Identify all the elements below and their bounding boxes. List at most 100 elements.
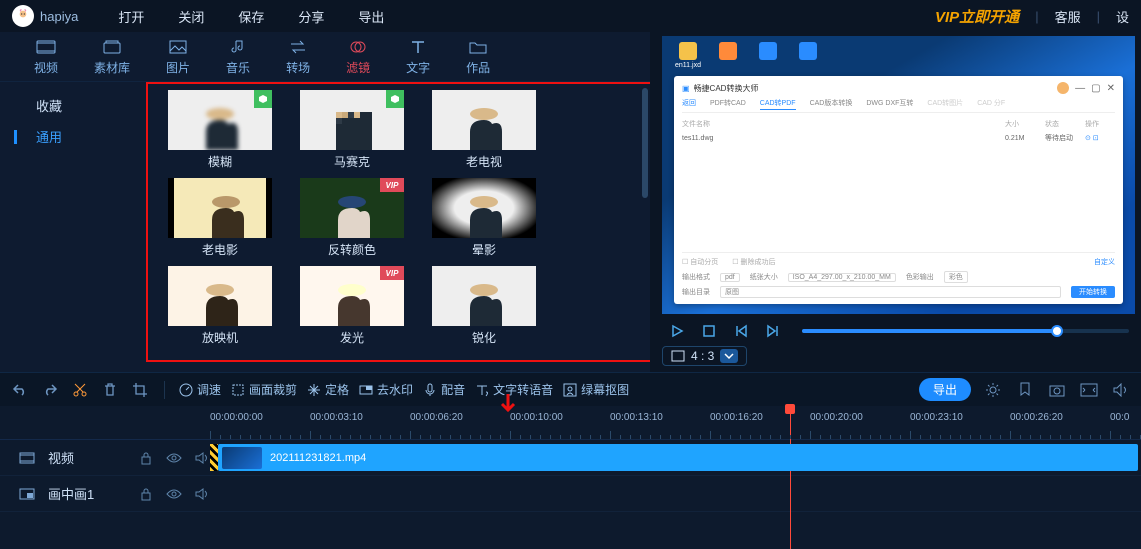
gauge-icon [179, 383, 193, 397]
mute-icon[interactable] [194, 450, 210, 466]
freeze-tool[interactable]: 定格 [307, 381, 349, 398]
filter-vignette[interactable]: 晕影 [420, 178, 548, 258]
seek-knob[interactable] [1051, 325, 1063, 337]
tab-library[interactable]: 素材库 [94, 38, 130, 76]
video-track-icon [18, 449, 36, 467]
undo-button[interactable] [10, 380, 30, 400]
scrollbar-thumb[interactable] [642, 88, 648, 198]
category-list: 收藏 通用 [0, 82, 140, 372]
export-button[interactable]: 导出 [919, 378, 971, 401]
screenshot-icon[interactable] [1047, 380, 1067, 400]
tab-video[interactable]: 视频 [34, 38, 58, 76]
watermark-tool[interactable]: 去水印 [359, 381, 413, 398]
close-icon: — [1075, 83, 1085, 94]
video-lane[interactable]: 202111231821.mp4 [210, 440, 1141, 475]
redo-button[interactable] [40, 380, 60, 400]
menu-export[interactable]: 导出 [358, 7, 384, 26]
app-name: hapiya [40, 9, 78, 24]
desktop-icons: en11.jxd [674, 42, 822, 69]
top-right: VIP立即开通 | 客服 | 设 [935, 6, 1129, 27]
fit-icon[interactable] [1079, 380, 1099, 400]
category-general[interactable]: 通用 [0, 121, 140, 152]
tab-filter[interactable]: 滤镜 [346, 38, 370, 76]
settings-icon[interactable] [983, 380, 1003, 400]
filter-grid: 模糊 马赛克 老电视 老电影 VIP反转颜色 晕影 放映机 VIP发光 锐化 [140, 82, 650, 372]
library-body: 收藏 通用 模糊 马赛克 老电视 老电影 VIP反转颜色 晕影 放映机 VI [0, 82, 650, 372]
tab-works[interactable]: 作品 [466, 38, 490, 76]
preview-app-window: ▣畅捷CAD转换大师—▢✕ 返回 PDF转CAD CAD转PDF CAD版本转换… [674, 76, 1123, 304]
chevron-down-icon [720, 349, 738, 363]
filter-invert[interactable]: VIP反转颜色 [288, 178, 416, 258]
music-icon [228, 38, 248, 56]
category-favorites[interactable]: 收藏 [0, 90, 140, 121]
marker-icon[interactable] [1015, 380, 1035, 400]
dub-tool[interactable]: 配音 [423, 381, 465, 398]
settings-link[interactable]: 设 [1116, 7, 1129, 26]
badge-downloaded-icon [386, 90, 404, 108]
aspect-ratio-select[interactable]: 4 : 3 [662, 346, 747, 366]
freeze-icon [307, 383, 321, 397]
folder-icon [468, 38, 488, 56]
tab-transition[interactable]: 转场 [286, 38, 310, 76]
top-menu: 打开 关闭 保存 分享 导出 [118, 7, 384, 26]
top-bar: hapiya 打开 关闭 保存 分享 导出 VIP立即开通 | 客服 | 设 [0, 0, 1141, 32]
clip-thumbnail [222, 447, 262, 469]
filter-glow[interactable]: VIP发光 [288, 266, 416, 346]
edit-toolbar: 调速 画面裁剪 定格 去水印 配音 文字转语音 绿幕抠图 导出 [0, 372, 1141, 406]
badge-vip-icon: VIP [380, 266, 404, 280]
greenscreen-tool[interactable]: 绿幕抠图 [563, 381, 629, 398]
crop-tool-button[interactable] [130, 380, 150, 400]
mic-icon [423, 383, 437, 397]
filter-icon [348, 38, 368, 56]
tts-icon [475, 383, 489, 397]
text-icon [408, 38, 428, 56]
app-logo [12, 5, 34, 27]
stop-button[interactable] [700, 322, 718, 340]
menu-close[interactable]: 关闭 [178, 7, 204, 26]
tool-tabs: 视频 素材库 图片 音乐 转场 滤镜 文字 作品 [0, 32, 650, 82]
filter-projector[interactable]: 放映机 [156, 266, 284, 346]
delete-button[interactable] [100, 380, 120, 400]
menu-open[interactable]: 打开 [118, 7, 144, 26]
aspect-icon [671, 350, 685, 362]
track-video: 视频 202111231821.mp4 [0, 440, 1141, 476]
eye-icon[interactable] [166, 486, 182, 502]
crop-tool[interactable]: 画面裁剪 [231, 381, 297, 398]
mute-icon[interactable] [194, 486, 210, 502]
badge-vip-icon: VIP [380, 178, 404, 192]
play-button[interactable] [668, 322, 686, 340]
sound-icon[interactable] [1111, 380, 1131, 400]
prev-button[interactable] [732, 322, 750, 340]
timeline: 00:00:00:0000:00:03:1000:00:06:2000:00:1… [0, 406, 1141, 512]
filter-mosaic[interactable]: 马赛克 [288, 90, 416, 170]
filter-sharpen[interactable]: 锐化 [420, 266, 548, 346]
watermark-icon [359, 383, 373, 397]
seek-bar[interactable] [802, 329, 1129, 333]
library-pane: 视频 素材库 图片 音乐 转场 滤镜 文字 作品 收藏 通用 模糊 马赛克 老电… [0, 32, 650, 372]
lock-icon[interactable] [138, 450, 154, 466]
tab-image[interactable]: 图片 [166, 38, 190, 76]
image-icon [168, 38, 188, 56]
timeline-ruler[interactable]: 00:00:00:0000:00:03:1000:00:06:2000:00:1… [0, 406, 1141, 440]
badge-downloaded-icon [254, 90, 272, 108]
video-clip[interactable]: 202111231821.mp4 [218, 444, 1138, 471]
menu-save[interactable]: 保存 [238, 7, 264, 26]
filter-blur[interactable]: 模糊 [156, 90, 284, 170]
filter-old-film[interactable]: 老电影 [156, 178, 284, 258]
track-pip: 画中画1 [0, 476, 1141, 512]
speed-tool[interactable]: 调速 [179, 381, 221, 398]
lock-icon[interactable] [138, 486, 154, 502]
main-area: 视频 素材库 图片 音乐 转场 滤镜 文字 作品 收藏 通用 模糊 马赛克 老电… [0, 32, 1141, 372]
tab-music[interactable]: 音乐 [226, 38, 250, 76]
video-icon [36, 38, 56, 56]
vip-link[interactable]: VIP立即开通 [935, 6, 1019, 27]
next-button[interactable] [764, 322, 782, 340]
eye-icon[interactable] [166, 450, 182, 466]
cut-button[interactable] [70, 380, 90, 400]
filter-old-tv[interactable]: 老电视 [420, 90, 548, 170]
pip-track-icon [18, 485, 36, 503]
menu-share[interactable]: 分享 [298, 7, 324, 26]
tab-text[interactable]: 文字 [406, 38, 430, 76]
support-link[interactable]: 客服 [1055, 7, 1081, 26]
pip-lane[interactable] [210, 476, 1141, 511]
